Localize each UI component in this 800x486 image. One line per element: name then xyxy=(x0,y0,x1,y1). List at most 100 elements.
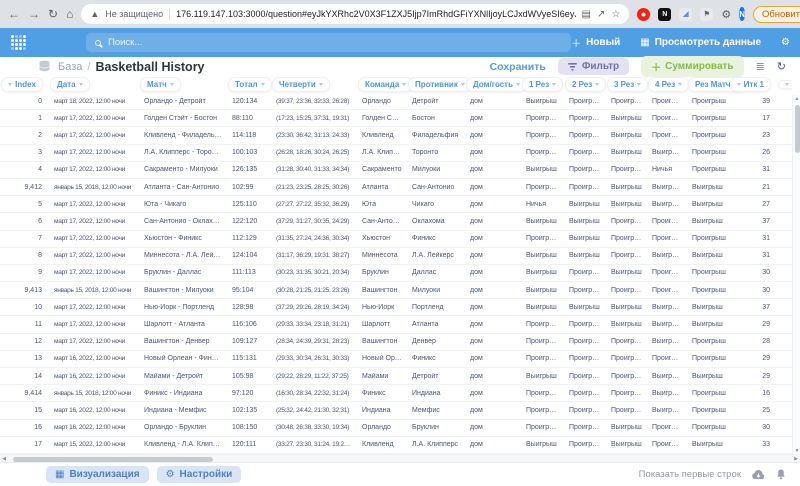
table-cell[interactable]: Сан-Антонио - Оклахома xyxy=(134,218,222,225)
table-cell[interactable]: январь 15, 2018, 12:00 ночи xyxy=(44,184,134,191)
table-cell[interactable]: Проигрыш xyxy=(682,424,728,431)
table-cell[interactable]: Выигрыш xyxy=(516,287,559,294)
table-cell[interactable]: дом xyxy=(460,390,516,397)
table-cell[interactable]: Выигрыш xyxy=(642,321,682,328)
table-cell[interactable]: дом xyxy=(460,115,516,122)
table-cell[interactable]: 17 xyxy=(0,441,44,448)
table-cell[interactable]: Проигрыш xyxy=(601,218,642,225)
table-cell[interactable]: Сан-Антонио xyxy=(402,184,460,191)
table-cell[interactable]: март 17, 2022, 12:00 ночи xyxy=(44,115,134,122)
table-cell[interactable]: Выигрыш xyxy=(601,115,642,122)
table-cell[interactable]: Ничья xyxy=(642,166,682,173)
table-cell[interactable]: Проигрыш xyxy=(642,115,682,122)
table-cell[interactable]: 30 xyxy=(728,424,772,431)
table-cell[interactable]: Выигрыш xyxy=(642,390,682,397)
table-cell[interactable]: Выигрыш xyxy=(601,149,642,156)
table-cell[interactable]: Выигрыш xyxy=(559,201,601,208)
table-cell[interactable]: (28:34, 24:39, 29:31, 28:23) xyxy=(266,338,352,345)
table-cell[interactable]: Проигрыш xyxy=(516,338,559,345)
table-cell[interactable]: 9,412 xyxy=(0,184,44,191)
table-cell[interactable]: Проигрыш xyxy=(559,269,601,276)
table-cell[interactable]: 15 xyxy=(0,407,44,414)
table-cell[interactable]: Детройт xyxy=(402,98,460,105)
table-cell[interactable]: (33:27, 23:30, 31:24, 19:2… xyxy=(266,441,352,448)
table-cell[interactable]: Орландо xyxy=(352,424,402,431)
table-cell[interactable]: Проигрыш xyxy=(642,441,682,448)
share-icon[interactable]: ↗ xyxy=(597,9,605,20)
table-cell[interactable]: март 16, 2022, 12:00 ночи xyxy=(44,407,134,414)
table-cell[interactable]: Выигрыш xyxy=(516,373,559,380)
table-cell[interactable]: 2 xyxy=(0,132,44,139)
table-cell[interactable]: март 17, 2022, 12:00 ночи xyxy=(44,149,134,156)
table-cell[interactable]: Проигрыш xyxy=(682,269,728,276)
browse-data-button[interactable]: ▦ Просмотреть данные xyxy=(640,37,761,48)
table-cell[interactable]: Торонто xyxy=(402,149,460,156)
table-cell[interactable]: Выигрыш xyxy=(682,304,728,311)
table-cell[interactable]: Проигрыш xyxy=(516,355,559,362)
table-cell[interactable]: дом xyxy=(460,149,516,156)
table-cell[interactable]: Выигрыш xyxy=(682,201,728,208)
table-cell[interactable]: Финикс xyxy=(402,235,460,242)
table-cell[interactable]: 30 xyxy=(728,269,772,276)
table-cell[interactable]: Проигрыш xyxy=(642,269,682,276)
table-cell[interactable]: дом xyxy=(460,355,516,362)
table-cell[interactable]: март 17, 2022, 12:00 ночи xyxy=(44,201,134,208)
table-cell[interactable]: 88:110 xyxy=(222,115,266,122)
refresh-icon[interactable]: ↻ xyxy=(777,60,786,73)
table-cell[interactable]: (27:27, 27:22, 35:32, 36:29) xyxy=(266,201,352,208)
table-cell[interactable]: 111:113 xyxy=(222,269,266,276)
download-icon[interactable] xyxy=(752,470,765,480)
table-cell[interactable]: (37:29, 31:27, 30:35, 24:29) xyxy=(266,218,352,225)
table-cell[interactable]: Проигрыш xyxy=(559,166,601,173)
table-cell[interactable]: 114:118 xyxy=(222,132,266,139)
table-cell[interactable]: Кливленд xyxy=(352,132,402,139)
table-cell[interactable]: 97:120 xyxy=(222,390,266,397)
table-cell[interactable]: 29 xyxy=(728,355,772,362)
table-cell[interactable]: Проигрыш xyxy=(516,115,559,122)
table-cell[interactable]: Юта - Чикаго xyxy=(134,201,222,208)
table-cell[interactable]: март 16, 2022, 12:00 ночи xyxy=(44,355,134,362)
table-cell[interactable]: Кливленд - Филадельфия xyxy=(134,132,222,139)
table-cell[interactable]: Выигрыш xyxy=(682,218,728,225)
table-cell[interactable]: Бруклин xyxy=(352,269,402,276)
table-cell[interactable]: дом xyxy=(460,304,516,311)
table-cell[interactable]: Л.А. Лейкерс xyxy=(402,252,460,259)
table-cell[interactable]: Выигрыш xyxy=(516,441,559,448)
table-cell[interactable]: 37 xyxy=(728,218,772,225)
table-cell[interactable]: Бостон xyxy=(402,115,460,122)
table-cell[interactable]: 7 xyxy=(0,235,44,242)
table-cell[interactable]: 95:104 xyxy=(222,287,266,294)
question-title[interactable]: Basketball History xyxy=(95,60,204,74)
table-cell[interactable]: 29 xyxy=(728,321,772,328)
table-cell[interactable]: 105:98 xyxy=(222,373,266,380)
bell-icon[interactable] xyxy=(776,469,786,480)
table-cell[interactable]: Голден Стэйт - Бостон xyxy=(134,115,222,122)
table-cell[interactable]: март 17, 2022, 12:00 ночи xyxy=(44,218,134,225)
vertical-scrollbar[interactable]: ▲ ▼ xyxy=(792,95,800,455)
extension-notion-icon[interactable]: N xyxy=(658,8,671,21)
table-cell[interactable]: март 16, 2022, 12:00 ночи xyxy=(44,424,134,431)
table-cell[interactable]: март 17, 2022, 12:00 ночи xyxy=(44,304,134,311)
forward-icon[interactable]: → xyxy=(28,8,40,20)
table-cell[interactable]: дом xyxy=(460,424,516,431)
table-cell[interactable]: Нью-Йорк xyxy=(352,304,402,311)
table-cell[interactable]: 9 xyxy=(0,269,44,276)
table-cell[interactable]: Выигрыш xyxy=(642,184,682,191)
table-cell[interactable]: 124:104 xyxy=(222,252,266,259)
table-cell[interactable]: 6 xyxy=(0,218,44,225)
table-cell[interactable]: дом xyxy=(460,287,516,294)
table-cell[interactable]: Майами xyxy=(352,373,402,380)
table-cell[interactable]: Выигрыш xyxy=(682,252,728,259)
table-cell[interactable]: (31:17, 36:29, 19:31, 38:27) xyxy=(266,252,352,259)
table-cell[interactable]: Кливленд - Л.А. Клипперс xyxy=(134,441,222,448)
table-cell[interactable]: 112:129 xyxy=(222,235,266,242)
table-cell[interactable]: 13 xyxy=(0,355,44,362)
table-cell[interactable]: Л.А. Клипперс - Торонто xyxy=(134,149,222,156)
table-cell[interactable]: март 15, 2022, 12:00 ночи xyxy=(44,441,134,448)
table-cell[interactable]: 37 xyxy=(728,304,772,311)
table-cell[interactable]: Новый Орлеан - Финикс xyxy=(134,355,222,362)
table-cell[interactable]: (21:23, 23:25, 28:25, 30:26) xyxy=(266,184,352,191)
table-cell[interactable]: (16:30, 28:34, 22:32, 31:24) xyxy=(266,390,352,397)
table-cell[interactable]: 25 xyxy=(728,407,772,414)
table-cell[interactable]: март 17, 2022, 12:00 ночи xyxy=(44,321,134,328)
